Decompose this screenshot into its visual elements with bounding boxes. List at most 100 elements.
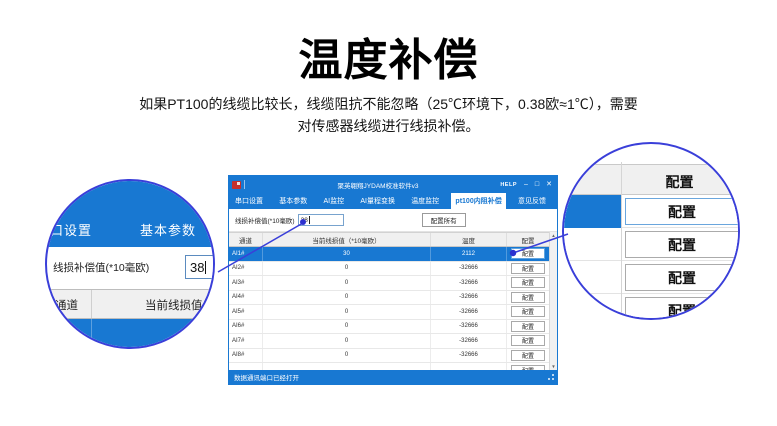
scroll-down-icon[interactable]: ▼ — [551, 363, 555, 370]
callout-header-channel: 通道 — [55, 297, 78, 313]
header-channel: 通道 — [229, 233, 263, 246]
callout-tab-basic: 基本参数 — [140, 220, 196, 239]
text-cursor — [205, 261, 206, 274]
compensation-label: 线损补偿值(*10毫欧) — [235, 215, 295, 225]
callout-configure-button[interactable]: 配置 — [625, 231, 739, 258]
table-row[interactable]: AI5# 0 -32666 配置 — [229, 305, 549, 320]
cell-temp: -32666 — [431, 305, 507, 319]
configure-button[interactable]: 配置 — [511, 306, 545, 317]
titlebar-separator — [244, 180, 245, 189]
cell-loss: 0 — [263, 262, 431, 276]
table-body: AI1# 30 2112 配置 AI2# 0 -32666 配置 AI3# 0 … — [229, 247, 549, 370]
app-icon — [232, 181, 241, 189]
description-line1: 如果PT100的线缆比较长，线缆阻抗不能忽略（25℃环境下，0.38欧≈1℃），… — [139, 96, 638, 112]
cell-temp: -32666 — [431, 320, 507, 334]
page-title: 温度补偿 — [0, 24, 777, 88]
callout-tab-serial: 串口设置 — [45, 220, 92, 239]
table-scrollbar[interactable]: ▲ ▼ — [549, 232, 557, 370]
column-divider — [91, 319, 92, 349]
table-row-partial[interactable]: 配置 — [229, 363, 549, 370]
table-row[interactable]: AI4# 0 -32666 配置 — [229, 291, 549, 306]
toolbar: 线损补偿值(*10毫欧) 38 配置所有 — [229, 209, 557, 232]
compensation-value: 38 — [301, 217, 308, 224]
header-temperature: 温度 — [431, 233, 507, 246]
close-button[interactable]: ✕ — [546, 181, 552, 188]
cell-channel: AI6# — [229, 320, 263, 334]
tab-pt100-compensation[interactable]: pt100内阻补偿 — [451, 193, 505, 209]
help-button[interactable]: HELP — [500, 182, 517, 188]
tab-feedback[interactable]: 意见反馈 — [514, 193, 550, 209]
header-configure: 配置 — [507, 233, 549, 246]
configure-button[interactable]: 配置 — [511, 248, 545, 259]
left-magnifier-callout: 串口设置 基本参数 线损补偿值(*10毫欧) 38 通道 当前线损值 — [45, 179, 215, 349]
cell-loss: 0 — [263, 349, 431, 363]
tab-ai-monitor[interactable]: AI监控 — [319, 193, 348, 209]
right-magnifier-callout: 配置 配置 配置 配置 配置 — [562, 142, 740, 320]
configure-all-button[interactable]: 配置所有 — [422, 213, 466, 227]
callout-selected-cell — [564, 195, 621, 228]
table-row[interactable]: AI6# 0 -32666 配置 — [229, 320, 549, 335]
tab-serial-settings[interactable]: 串口设置 — [231, 193, 267, 209]
tab-temp-monitor[interactable]: 温度监控 — [407, 193, 443, 209]
column-divider — [621, 162, 622, 318]
maximize-button[interactable]: □ — [535, 181, 539, 188]
callout-header-label: 配置 — [621, 172, 738, 192]
cell-temp: 2112 — [431, 247, 507, 261]
tab-bar: 串口设置 基本参数 AI监控 AI量程变换 温度监控 pt100内阻补偿 意见反… — [229, 193, 557, 209]
compensation-input[interactable]: 38 — [298, 214, 344, 226]
resize-grip-icon[interactable] — [546, 374, 554, 382]
description: 如果PT100的线缆比较长，线缆阻抗不能忽略（25℃环境下，0.38欧≈1℃），… — [0, 93, 777, 137]
cell-loss: 0 — [263, 305, 431, 319]
cell-channel: AI7# — [229, 334, 263, 348]
callout-compensation-value: 38 — [190, 260, 204, 275]
minimize-button[interactable]: – — [524, 181, 528, 188]
status-bar: 数据通讯端口已经打开 — [229, 370, 557, 384]
callout-configure-header: 配置 — [564, 164, 738, 195]
table-row[interactable]: AI1# 30 2112 配置 — [229, 247, 549, 262]
table-row[interactable]: AI3# 0 -32666 配置 — [229, 276, 549, 291]
window-controls: HELP – □ ✕ — [500, 181, 557, 188]
table-header: 通道 当前线损值（*10毫欧） 温度 配置 — [229, 232, 549, 247]
callout-compensation-input[interactable]: 38 — [185, 255, 215, 279]
configure-button[interactable]: 配置 — [511, 350, 545, 361]
callout-selected-row — [47, 319, 213, 349]
configure-button[interactable]: 配置 — [511, 335, 545, 346]
table-row[interactable]: AI7# 0 -32666 配置 — [229, 334, 549, 349]
tab-ai-range[interactable]: AI量程变换 — [356, 193, 399, 209]
column-divider — [91, 290, 92, 318]
table-row[interactable]: AI2# 0 -32666 配置 — [229, 262, 549, 277]
configure-button[interactable]: 配置 — [511, 292, 545, 303]
callout-compensation-label: 线损补偿值(*10毫欧) — [53, 260, 149, 275]
app-window: 聚英翱翔JYDAM校准软件v3 HELP – □ ✕ 串口设置 基本参数 AI监… — [228, 175, 558, 385]
tab-basic-params[interactable]: 基本参数 — [275, 193, 311, 209]
window-title: 聚英翱翔JYDAM校准软件v3 — [269, 180, 487, 190]
configure-button[interactable]: 配置 — [511, 277, 545, 288]
cell-loss: 0 — [263, 320, 431, 334]
table-row[interactable]: AI8# 0 -32666 配置 — [229, 349, 549, 364]
cell-channel: AI2# — [229, 262, 263, 276]
configure-button[interactable]: 配置 — [511, 321, 545, 332]
description-line2: 对传感器线缆进行线损补偿。 — [298, 118, 480, 134]
cell-channel: AI5# — [229, 305, 263, 319]
callout-configure-button[interactable]: 配置 — [625, 297, 739, 320]
titlebar: 聚英翱翔JYDAM校准软件v3 HELP – □ ✕ — [229, 176, 557, 193]
status-text: 数据通讯端口已经打开 — [234, 372, 299, 382]
cell-temp: -32666 — [431, 334, 507, 348]
cell-temp: -32666 — [431, 276, 507, 290]
cell-loss: 30 — [263, 247, 431, 261]
callout-configure-button[interactable]: 配置 — [625, 198, 739, 225]
callout-header-loss: 当前线损值 — [145, 297, 203, 313]
cell-loss: 0 — [263, 291, 431, 305]
callout-configure-button[interactable]: 配置 — [625, 264, 739, 291]
scroll-up-icon[interactable]: ▲ — [551, 232, 555, 239]
header-line-loss: 当前线损值（*10毫欧） — [263, 233, 431, 246]
cell-channel: AI4# — [229, 291, 263, 305]
cell-temp: -32666 — [431, 262, 507, 276]
cell-channel: AI1# — [229, 247, 263, 261]
callout-table-header: 通道 当前线损值 — [47, 289, 213, 319]
cell-channel: AI8# — [229, 349, 263, 363]
cell-temp: -32666 — [431, 291, 507, 305]
page: 温度补偿 如果PT100的线缆比较长，线缆阻抗不能忽略（25℃环境下，0.38欧… — [0, 0, 777, 426]
cell-loss: 0 — [263, 276, 431, 290]
configure-button[interactable]: 配置 — [511, 263, 545, 274]
